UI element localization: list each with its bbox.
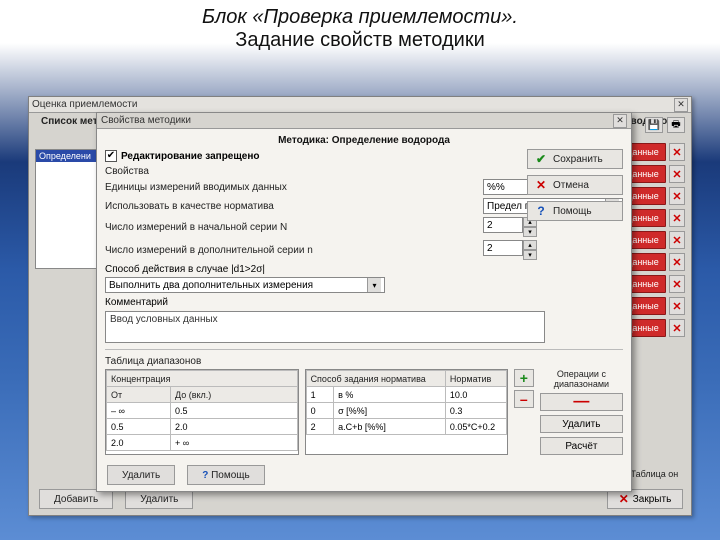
window-close-icon[interactable]: ✕ <box>674 98 688 112</box>
window-titlebar: Оценка приемлемости ✕ <box>29 97 691 113</box>
norm-label: Использовать в качестве норматива <box>105 201 475 212</box>
add-range-button[interactable]: + <box>514 369 534 387</box>
delete-button[interactable]: Удалить <box>125 489 193 509</box>
dialog-help-button[interactable]: ? Помощь <box>187 465 265 485</box>
action-select[interactable]: Выполнить два дополнительных измерения▾ <box>105 277 385 293</box>
help-button[interactable]: ?Помощь <box>527 201 623 221</box>
question-icon: ? <box>202 470 208 481</box>
remove-range-button[interactable]: – <box>514 390 534 408</box>
table-caption: 7 Таблица он <box>623 469 683 479</box>
lock-checkbox[interactable]: ✔ <box>105 150 117 162</box>
row-delete-icon[interactable]: ✕ <box>669 297 685 315</box>
dialog-title: Свойства методики <box>101 115 191 126</box>
close-icon: ✕ <box>619 492 629 506</box>
title-line-1: Блок «Проверка приемлемости». <box>0 6 720 29</box>
title-line-2: Задание свойств методики <box>0 29 720 52</box>
comment-label: Комментарий <box>105 297 623 308</box>
table-row: 2a.C+b [%%]0.05*C+0.2 <box>306 419 506 435</box>
save-button[interactable]: ✔Сохранить <box>527 149 623 169</box>
method-properties-dialog: Свойства методики ✕ Методика: Определени… <box>96 112 632 492</box>
table-row: 1в %10.0 <box>306 387 506 403</box>
norm-table[interactable]: Способ задания нормативаНорматив 1в %10.… <box>305 369 508 455</box>
check-icon: ✔ <box>534 152 548 166</box>
row-delete-icon[interactable]: ✕ <box>669 187 685 205</box>
table-row: – ∞0.5 <box>107 403 298 419</box>
slide-title: Блок «Проверка приемлемости». Задание св… <box>0 0 720 54</box>
spinner-down-icon: ▾ <box>523 250 537 260</box>
delete-range-icon[interactable]: — <box>540 393 623 411</box>
dialog-delete-button[interactable]: Удалить <box>107 465 175 485</box>
window-title: Оценка приемлемости <box>32 99 137 110</box>
row-delete-icon[interactable]: ✕ <box>669 231 685 249</box>
table-row: 0σ [%%]0.3 <box>306 403 506 419</box>
count-extra-label: Число измерений в дополнительной серии n <box>105 245 475 256</box>
cancel-button[interactable]: ✕Отмена <box>527 175 623 195</box>
conc-header: Концентрация <box>107 371 298 387</box>
concentration-table[interactable]: Концентрация ОтДо (вкл.) – ∞0.5 0.52.0 2… <box>105 369 299 455</box>
range-delete-button[interactable]: Удалить <box>540 415 623 433</box>
spinner-down-icon: ▾ <box>523 227 537 237</box>
dialog-titlebar: Свойства методики ✕ <box>97 113 631 129</box>
lock-label: Редактирование запрещено <box>121 151 260 162</box>
count-extra-spinner[interactable]: 2▴▾ <box>483 240 623 260</box>
ranges-caption: Таблица диапазонов <box>105 356 623 367</box>
row-delete-icon[interactable]: ✕ <box>669 253 685 271</box>
close-icon: ✕ <box>534 178 548 192</box>
add-button[interactable]: Добавить <box>39 489 113 509</box>
comment-textarea[interactable]: Ввод условных данных <box>105 311 545 343</box>
save-icon[interactable]: 💾 <box>645 117 663 133</box>
action-label: Способ действия в случае |d1>2σ| <box>105 264 623 275</box>
row-delete-icon[interactable]: ✕ <box>669 143 685 161</box>
row-delete-icon[interactable]: ✕ <box>669 275 685 293</box>
chevron-down-icon: ▾ <box>367 278 381 292</box>
close-button[interactable]: ✕ Закрыть <box>607 489 683 509</box>
question-icon: ? <box>534 204 548 218</box>
table-row: 2.0+ ∞ <box>107 435 298 451</box>
dialog-close-icon[interactable]: ✕ <box>613 114 627 128</box>
row-delete-icon[interactable]: ✕ <box>669 165 685 183</box>
count-n-label: Число измерений в начальной серии N <box>105 222 475 233</box>
row-delete-icon[interactable]: ✕ <box>669 209 685 227</box>
units-label: Единицы измерений вводимых данных <box>105 182 475 193</box>
print-icon[interactable]: 🖶 <box>667 117 685 133</box>
method-heading: Методика: Определение водорода <box>105 135 623 146</box>
ops-caption: Операции с диапазонами <box>540 369 623 389</box>
close-label: Закрыть <box>633 494 672 505</box>
spinner-up-icon: ▴ <box>523 240 537 250</box>
range-calc-button[interactable]: Расчёт <box>540 437 623 455</box>
row-delete-icon[interactable]: ✕ <box>669 319 685 337</box>
table-row: 0.52.0 <box>107 419 298 435</box>
